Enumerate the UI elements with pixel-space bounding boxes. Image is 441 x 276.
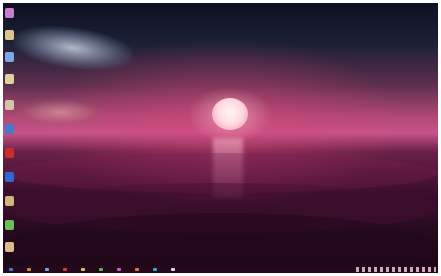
wallpaper-sun — [212, 98, 248, 130]
desktop-icon-7[interactable] — [5, 148, 14, 158]
taskbar-app-5[interactable] — [99, 268, 103, 271]
taskbar-app-1[interactable] — [27, 268, 31, 271]
taskbar-app-3[interactable] — [63, 268, 67, 271]
taskbar-app-6[interactable] — [117, 268, 121, 271]
desktop-icon-9[interactable] — [5, 196, 14, 206]
desktop-icon-6[interactable] — [5, 124, 14, 134]
taskbar-app-9[interactable] — [171, 268, 175, 271]
taskbar-app-7[interactable] — [135, 268, 139, 271]
desktop-icon-1[interactable] — [5, 8, 14, 18]
desktop-icon-3[interactable] — [5, 52, 14, 62]
taskbar — [3, 266, 438, 273]
desktop-icon-8[interactable] — [5, 172, 14, 182]
wallpaper-cloud-low — [15, 98, 105, 126]
desktop-icon-10[interactable] — [5, 220, 14, 230]
desktop-wallpaper — [3, 3, 438, 273]
start-button[interactable] — [9, 268, 13, 271]
taskbar-app-4[interactable] — [81, 268, 85, 271]
desktop-icon-2[interactable] — [5, 30, 14, 40]
wallpaper-cloud — [10, 19, 136, 77]
desktop-icon-5[interactable] — [5, 100, 14, 110]
desktop-icon-11[interactable] — [5, 242, 14, 252]
taskbar-app-8[interactable] — [153, 268, 157, 271]
desktop-icon-4[interactable] — [5, 74, 14, 84]
system-tray[interactable] — [356, 267, 436, 272]
taskbar-app-2[interactable] — [45, 268, 49, 271]
